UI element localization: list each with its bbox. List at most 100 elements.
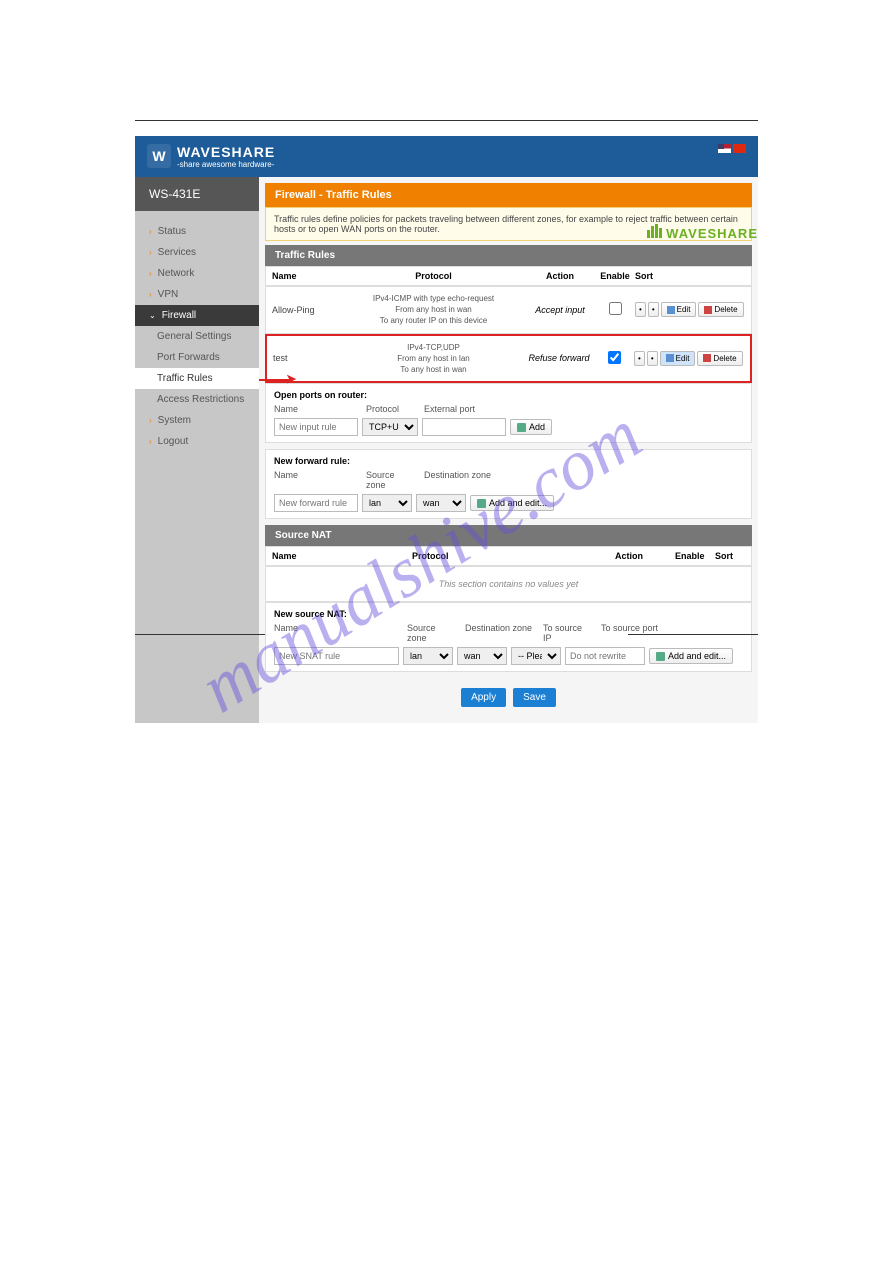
page-title: Firewall - Traffic Rules — [265, 183, 752, 207]
th-enable: Enable — [675, 551, 715, 561]
snat-table-header: Name Protocol Action Enable Sort — [265, 546, 752, 566]
snat-sourceip-select[interactable]: -- Please choo — [511, 647, 561, 665]
label-source-zone: Source zone — [407, 623, 457, 643]
brand-name: WAVESHARE — [177, 144, 275, 160]
sidebar: WS-431E ›Status ›Services ›Network ›VPN … — [135, 177, 259, 723]
brand-icon: W — [147, 144, 171, 168]
chevron-right-icon: › — [149, 227, 152, 236]
page-footer-rules — [135, 634, 758, 635]
label-external-port: External port — [424, 404, 475, 414]
snat-dest-select[interactable]: wan — [457, 647, 507, 665]
label-protocol: Protocol — [366, 404, 416, 414]
traffic-table-header: Name Protocol Action Enable Sort — [265, 266, 752, 286]
nav-system[interactable]: ›System — [135, 410, 259, 431]
forward-dest-select[interactable]: wan — [416, 494, 466, 512]
nav-network[interactable]: ›Network — [135, 263, 259, 284]
flag-cn-icon[interactable] — [733, 144, 746, 153]
new-forward-title: New forward rule: — [274, 456, 743, 466]
flag-us-icon[interactable] — [718, 144, 731, 153]
snat-sourceport-input[interactable] — [565, 647, 645, 665]
rule-protocol: IPv4-ICMP with type echo-request From an… — [342, 293, 525, 327]
rule-action: Refuse forward — [524, 353, 594, 363]
label-source-zone: Source zone — [366, 470, 416, 490]
sort-down-button[interactable]: • — [648, 302, 659, 317]
snat-name-input[interactable] — [274, 647, 399, 665]
th-action: Action — [615, 551, 675, 561]
label-destination-zone: Destination zone — [465, 623, 535, 643]
subnav-port-forwards[interactable]: Port Forwards — [135, 347, 259, 368]
app-header: W WAVESHARE -share awesome hardware- — [135, 136, 758, 177]
th-enable: Enable — [595, 271, 635, 281]
new-forward-section: New forward rule: Name Source zone Desti… — [265, 449, 752, 519]
label-to-source-ip: To source IP — [543, 623, 593, 643]
subnav-access-restrictions[interactable]: Access Restrictions — [135, 389, 259, 410]
apply-button[interactable]: Apply — [461, 688, 506, 707]
label-name: Name — [274, 623, 399, 643]
nav-logout[interactable]: ›Logout — [135, 431, 259, 452]
add-icon — [477, 499, 486, 508]
rule-enable-checkbox[interactable] — [608, 351, 621, 364]
open-ports-section: Open ports on router: Name Protocol Exte… — [265, 383, 752, 443]
open-ports-title: Open ports on router: — [274, 390, 743, 400]
nav-firewall[interactable]: ⌄Firewall — [135, 305, 259, 326]
th-protocol: Protocol — [412, 551, 615, 561]
chevron-right-icon: › — [149, 290, 152, 299]
edit-icon — [666, 354, 674, 362]
sort-down-button[interactable]: • — [647, 351, 658, 366]
label-name: Name — [274, 404, 358, 414]
open-port-name-input[interactable] — [274, 418, 358, 436]
chevron-right-icon: › — [149, 269, 152, 278]
new-snat-title: New source NAT: — [274, 609, 743, 619]
forward-name-input[interactable] — [274, 494, 358, 512]
open-port-protocol-select[interactable]: TCP+UDP — [362, 418, 418, 436]
device-name-label: WS-431E — [135, 177, 259, 211]
label-to-source-port: To source port — [601, 623, 658, 643]
source-nat-section-title: Source NAT — [265, 525, 752, 546]
sort-up-button[interactable]: • — [634, 351, 645, 366]
traffic-rule-row: test IPv4-TCP,UDP From any host in lan T… — [265, 334, 752, 384]
language-flags — [718, 144, 746, 153]
chevron-right-icon: › — [149, 248, 152, 257]
rule-name: test — [273, 353, 343, 363]
add-icon — [656, 652, 665, 661]
th-sort: Sort — [715, 551, 745, 561]
th-name: Name — [272, 271, 342, 281]
pointer-arrow-icon: ➤ — [285, 370, 297, 387]
sort-up-button[interactable]: • — [635, 302, 646, 317]
chevron-down-icon: ⌄ — [149, 311, 156, 320]
chevron-right-icon: › — [149, 416, 152, 425]
edit-button[interactable]: Edit — [661, 302, 697, 317]
brand-tagline: -share awesome hardware- — [177, 160, 275, 169]
delete-button[interactable]: Delete — [698, 302, 743, 317]
nav-vpn[interactable]: ›VPN — [135, 284, 259, 305]
add-open-port-button[interactable]: Add — [510, 419, 552, 435]
add-forward-button[interactable]: Add and edit... — [470, 495, 554, 511]
waveshare-logo: WAVESHARE — [647, 224, 758, 241]
rule-name: Allow-Ping — [272, 305, 342, 315]
rule-action: Accept input — [525, 305, 595, 315]
th-protocol: Protocol — [342, 271, 525, 281]
subnav-general-settings[interactable]: General Settings — [135, 326, 259, 347]
nav-status[interactable]: ›Status — [135, 221, 259, 242]
save-button[interactable]: Save — [513, 688, 556, 707]
action-bar: Apply Save — [265, 678, 752, 717]
snat-empty-message: This section contains no values yet — [265, 566, 752, 602]
rule-enable-checkbox[interactable] — [609, 302, 622, 315]
subnav-traffic-rules[interactable]: Traffic Rules➤ — [135, 368, 259, 389]
chevron-right-icon: › — [149, 437, 152, 446]
th-action: Action — [525, 271, 595, 281]
main-content: Firewall - Traffic Rules Traffic rules d… — [259, 177, 758, 723]
forward-source-select[interactable]: lan — [362, 494, 412, 512]
th-name: Name — [272, 551, 412, 561]
delete-button[interactable]: Delete — [697, 351, 742, 366]
traffic-rule-row: Allow-Ping IPv4-ICMP with type echo-requ… — [265, 286, 752, 334]
label-name: Name — [274, 470, 358, 490]
th-sort: Sort — [635, 271, 745, 281]
nav-services[interactable]: ›Services — [135, 242, 259, 263]
open-port-extport-input[interactable] — [422, 418, 506, 436]
add-icon — [517, 423, 526, 432]
snat-source-select[interactable]: lan — [403, 647, 453, 665]
edit-button[interactable]: Edit — [660, 351, 696, 366]
label-destination-zone: Destination zone — [424, 470, 491, 490]
add-snat-button[interactable]: Add and edit... — [649, 648, 733, 664]
